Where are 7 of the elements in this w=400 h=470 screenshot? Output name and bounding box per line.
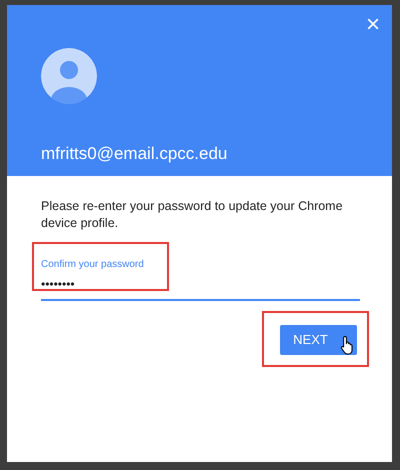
avatar-icon [41,48,97,104]
field-label: Confirm your password [41,258,145,272]
next-button[interactable]: NEXT [280,325,357,355]
close-button[interactable]: × [360,11,386,39]
password-field[interactable]: Confirm your password •••••••• [41,253,360,301]
email-address: mfritts0@email.cpcc.edu [41,143,228,165]
instruction-text: Please re-enter your password to update your Chrome device profile. [41,198,344,232]
